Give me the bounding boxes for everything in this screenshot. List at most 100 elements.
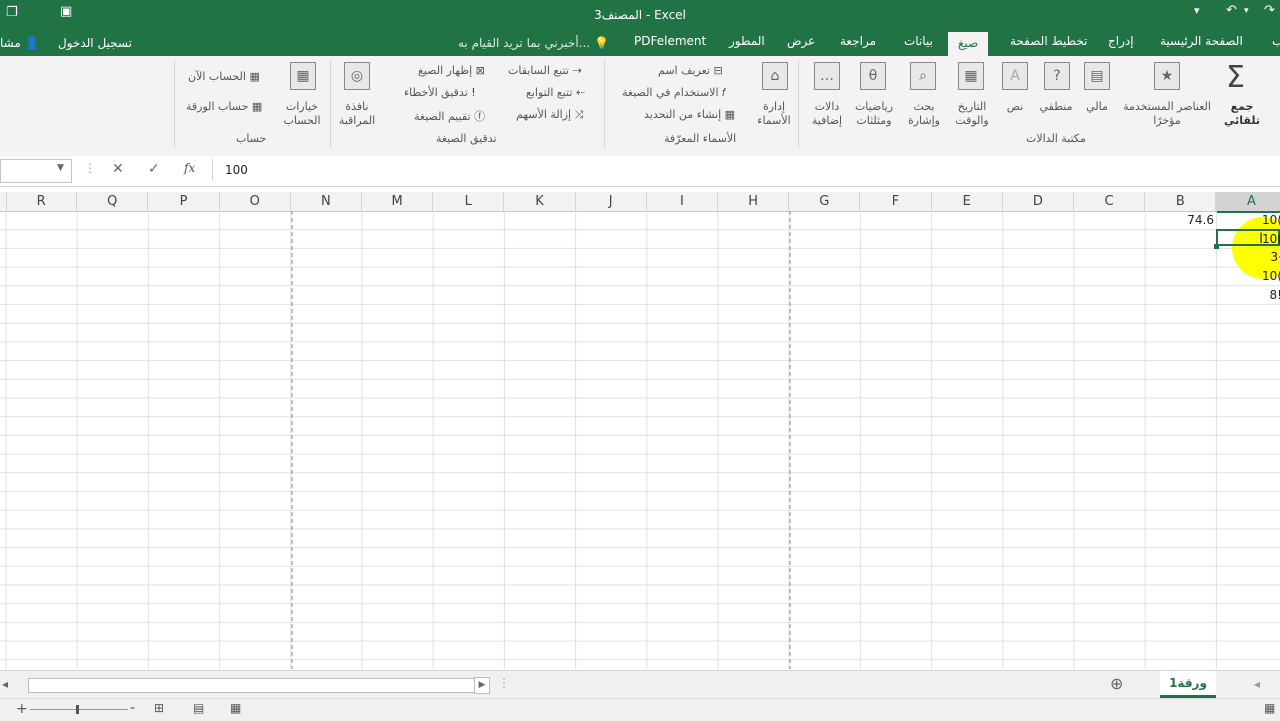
zoom-slider-thumb[interactable] bbox=[76, 705, 79, 714]
tab-formulas[interactable]: صيغ bbox=[948, 32, 989, 56]
share-button[interactable]: مشا 👤 bbox=[0, 36, 40, 50]
tab-home[interactable]: الصفحة الرئيسية bbox=[1160, 34, 1243, 48]
scroll-right-button[interactable]: ▶ bbox=[474, 677, 490, 694]
calc-options-button[interactable]: ▦ خيارات الحساب bbox=[280, 60, 324, 130]
worksheet-grid[interactable]: 74.6 10( 10( 3· 10( 8! I bbox=[0, 211, 1280, 669]
column-header-E[interactable]: E bbox=[932, 192, 1003, 211]
cell-A1[interactable]: 10( bbox=[1220, 213, 1280, 227]
create-from-selection-button[interactable]: إنشاء من التحديد ▦ bbox=[644, 108, 735, 121]
cell-A5[interactable]: 8! bbox=[1220, 288, 1280, 302]
column-header-H[interactable]: H bbox=[718, 192, 790, 211]
logical-icon: ? bbox=[1044, 62, 1070, 90]
remove-arrows-button[interactable]: إزالة الأسهم ⤨ bbox=[516, 108, 583, 122]
financial-button[interactable]: ▤ مالي bbox=[1080, 60, 1114, 130]
tab-data[interactable]: بيانات bbox=[904, 34, 933, 48]
column-header-O[interactable]: O bbox=[220, 192, 291, 211]
tab-file[interactable]: ب bbox=[1272, 34, 1280, 48]
insert-function-icon[interactable]: fx bbox=[184, 161, 195, 175]
recently-used-button[interactable]: ★ العناصر المستخدمة مؤخرًا bbox=[1118, 60, 1216, 130]
cell-A3[interactable]: 3· bbox=[1220, 250, 1280, 264]
column-header-G[interactable]: G bbox=[789, 192, 861, 211]
tell-me-box[interactable]: أخبرني بما تريد القيام به... 💡 bbox=[458, 36, 609, 50]
split-grip-icon[interactable]: ⋮ bbox=[498, 676, 510, 690]
tab-view[interactable]: عرض bbox=[787, 34, 815, 48]
enter-icon[interactable]: ✓ bbox=[148, 161, 160, 177]
column-header-P[interactable]: P bbox=[148, 192, 220, 211]
tab-developer[interactable]: المطور bbox=[729, 34, 765, 48]
error-checking-button[interactable]: تدقيق الأخطاء ! bbox=[404, 86, 476, 99]
tab-insert[interactable]: إدراج bbox=[1108, 34, 1134, 48]
column-header-F[interactable]: F bbox=[860, 192, 932, 211]
datetime-button[interactable]: ▦ التاريخ والوقت bbox=[950, 60, 994, 130]
column-header-J[interactable]: J bbox=[576, 192, 647, 211]
star-icon: ★ bbox=[1154, 62, 1180, 90]
tell-me-text: أخبرني بما تريد القيام به... bbox=[458, 36, 591, 50]
redo-icon[interactable]: ↷ bbox=[1264, 3, 1275, 18]
trace-dependents-button[interactable]: تتبع التوابع ⇠ bbox=[526, 86, 585, 99]
show-formulas-button[interactable]: إظهار الصيغ ⊠ bbox=[418, 64, 485, 77]
cell-B1[interactable]: 74.6 bbox=[1148, 213, 1214, 227]
sheet-nav-icon[interactable]: ◂ bbox=[1254, 677, 1260, 691]
math-button[interactable]: θ رياضيات ومثلثات bbox=[850, 60, 898, 130]
define-name-button[interactable]: تعريف اسم ⊟ bbox=[658, 64, 723, 77]
window-title: المصنف3 - Excel bbox=[594, 8, 686, 22]
column-header-R[interactable]: R bbox=[6, 192, 78, 211]
scroll-left-icon[interactable]: ◂ bbox=[2, 677, 8, 691]
column-header-I[interactable]: I bbox=[647, 192, 718, 211]
use-in-formula-button[interactable]: الاستخدام في الصيغة 𝑓 bbox=[622, 86, 725, 100]
formula-input[interactable]: 100 bbox=[212, 159, 1280, 181]
cell-A2[interactable]: 10( bbox=[1220, 232, 1280, 246]
name-manager-button[interactable]: ⌂ إدارة الأسماء bbox=[752, 60, 796, 130]
evaluate-formula-button[interactable]: تقييم الصيغة ⓕ bbox=[414, 108, 485, 124]
page-layout-view-icon[interactable]: ▤ bbox=[193, 701, 204, 715]
calc-now-button[interactable]: الحساب الآن ▦ bbox=[188, 70, 260, 83]
new-sheet-icon[interactable]: ⊕ bbox=[1110, 674, 1123, 693]
column-header-A[interactable]: A bbox=[1216, 192, 1280, 213]
save-icon[interactable]: ▣ bbox=[60, 4, 72, 19]
column-header-K[interactable]: K bbox=[504, 192, 576, 211]
customize-icon[interactable]: ▾ bbox=[1194, 4, 1200, 17]
name-box[interactable]: ▼ bbox=[0, 159, 72, 183]
tab-page-layout[interactable]: تخطيط الصفحة bbox=[1010, 34, 1087, 48]
calendar-icon: ▦ bbox=[958, 62, 984, 90]
lookup-label-1: بحث bbox=[913, 100, 935, 113]
watch-window-button[interactable]: ◎ نافذة المراقبة bbox=[334, 60, 380, 130]
math-label-1: رياضيات bbox=[854, 100, 894, 113]
column-header-B[interactable]: B bbox=[1145, 192, 1217, 211]
trace-dependents-icon: ⇠ bbox=[575, 86, 586, 99]
calc-sheet-button[interactable]: حساب الورقة ▦ bbox=[186, 100, 262, 113]
column-header-L[interactable]: L bbox=[433, 192, 505, 211]
fill-handle[interactable] bbox=[1214, 244, 1219, 249]
page-break-view-icon[interactable]: ⊞ bbox=[154, 701, 164, 715]
column-header-M[interactable]: M bbox=[362, 192, 434, 211]
zoom-slider[interactable] bbox=[30, 709, 128, 710]
cell-A4[interactable]: 10( bbox=[1220, 269, 1280, 283]
zoom-in-icon[interactable]: + bbox=[16, 701, 28, 717]
tab-review[interactable]: مراجعة bbox=[840, 34, 876, 48]
tab-pdfelement[interactable]: PDFelement bbox=[634, 34, 706, 48]
column-header-C[interactable]: C bbox=[1074, 192, 1146, 211]
cancel-icon[interactable]: ✕ bbox=[112, 161, 124, 177]
signin-button[interactable]: تسجيل الدخول bbox=[58, 36, 132, 50]
undo-icon[interactable]: ↶ bbox=[1226, 3, 1237, 18]
undo-dropdown-icon[interactable]: ▾ bbox=[1244, 6, 1249, 16]
horizontal-scrollbar[interactable] bbox=[28, 678, 476, 693]
logical-button[interactable]: ? منطقي bbox=[1036, 60, 1076, 130]
show-formulas-label: إظهار الصيغ bbox=[418, 64, 473, 77]
column-header-D[interactable]: D bbox=[1003, 192, 1074, 211]
restore-icon[interactable]: ❐ bbox=[6, 5, 18, 20]
lookup-button[interactable]: ⌕ بحث وإشارة bbox=[902, 60, 946, 130]
macro-record-icon[interactable]: ▦ bbox=[1264, 701, 1275, 715]
column-header-N[interactable]: N bbox=[291, 192, 362, 211]
normal-view-icon[interactable]: ▦ bbox=[230, 701, 241, 715]
sheet-tab-1[interactable]: ورقة1 bbox=[1160, 671, 1216, 698]
autosum-button[interactable]: Σ جمع تلقائي bbox=[1220, 60, 1264, 130]
sheet-tabs-bar: ◂ ▶ ⋮ ⊕ ورقة1 ◂ bbox=[0, 670, 1280, 699]
title-bar: ❐ ▣ المصنف3 - Excel ▾ ↶ ▾ ↷ bbox=[0, 0, 1280, 30]
more-functions-button[interactable]: … دالات إضافية bbox=[806, 60, 848, 130]
zoom-out-icon[interactable]: - bbox=[130, 700, 135, 716]
name-box-dropdown-icon[interactable]: ▼ bbox=[57, 163, 64, 173]
text-functions-button[interactable]: A نص bbox=[998, 60, 1032, 130]
trace-precedents-button[interactable]: تتبع السابقات ⇢ bbox=[508, 64, 582, 77]
column-header-Q[interactable]: Q bbox=[77, 192, 149, 211]
